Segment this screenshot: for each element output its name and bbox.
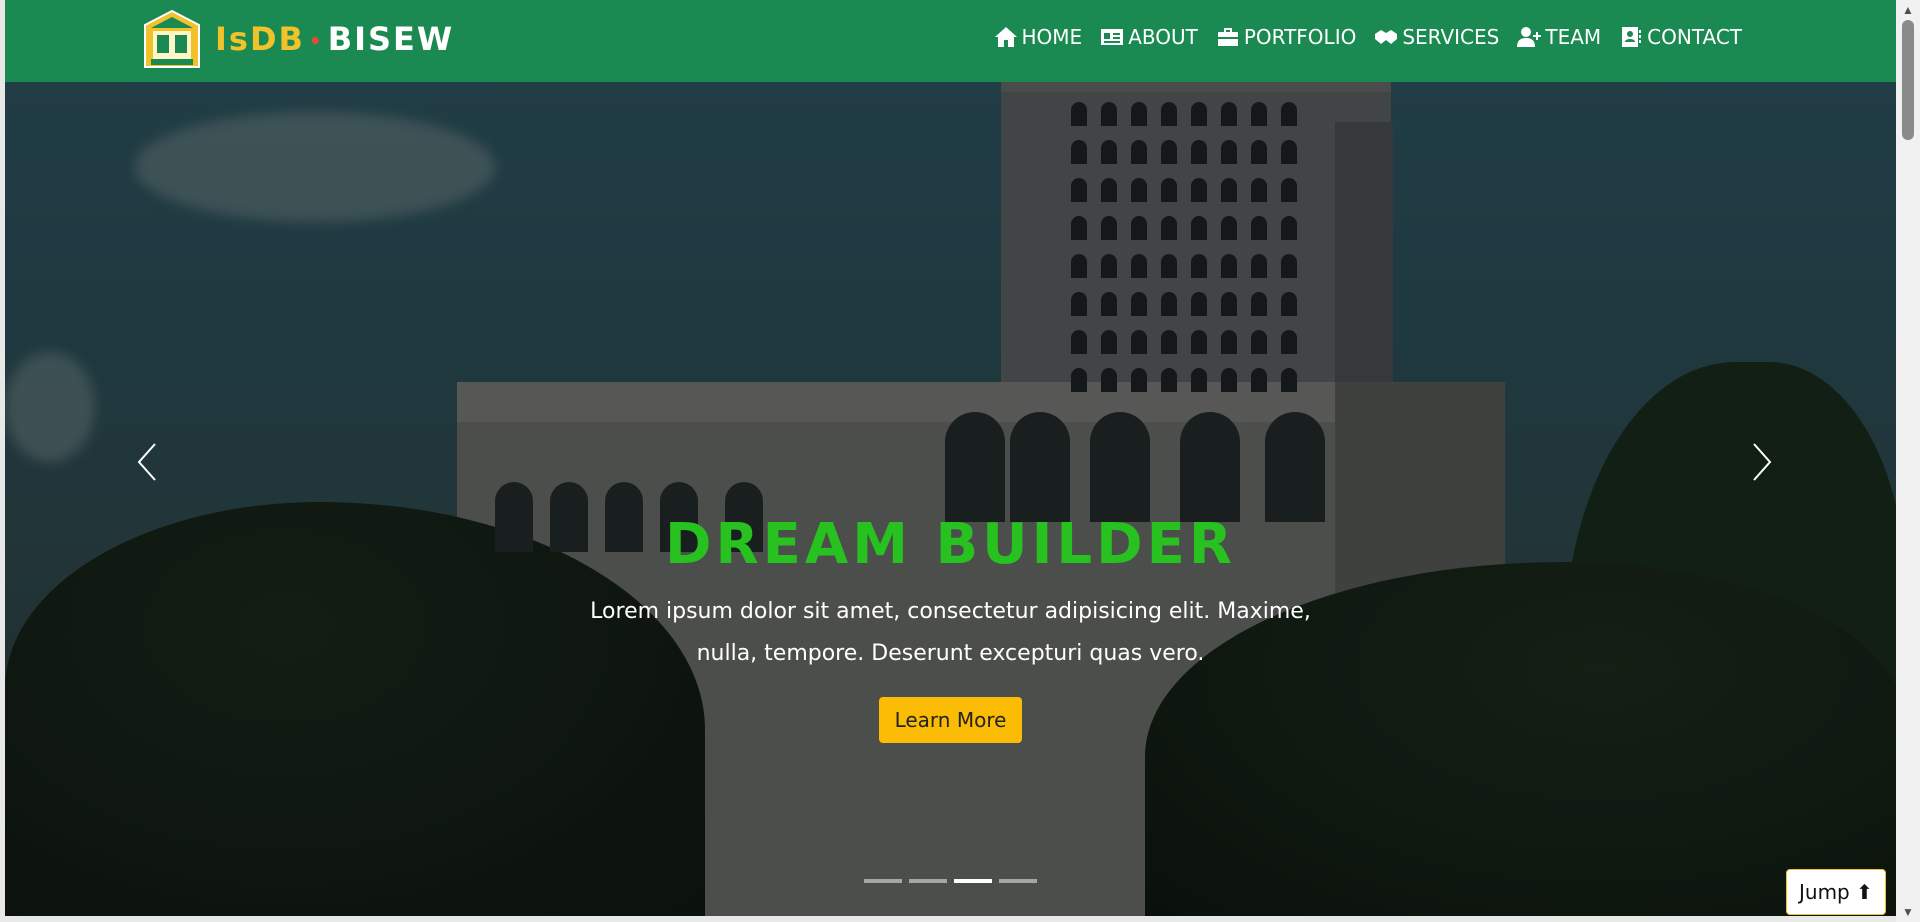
id-card-icon xyxy=(1101,29,1124,45)
nav-services-label: SERVICES xyxy=(1402,25,1500,49)
nav-portfolio[interactable]: PORTFOLIO xyxy=(1207,22,1366,52)
brand-name-part2: BISEW xyxy=(327,20,455,58)
main-nav: HOME ABOUT PORTFOLIO SERVICES TEAM CONTA… xyxy=(985,22,1752,52)
hero-overlay xyxy=(5,82,1896,916)
page-viewport: IsDB • BISEW HOME ABOUT PORTFOLIO SERVICES xyxy=(5,0,1896,916)
nav-about[interactable]: ABOUT xyxy=(1091,22,1207,52)
hero-description: Lorem ipsum dolor sit amet, consectetur … xyxy=(590,599,1311,666)
jump-to-top-button[interactable]: Jump ⬆ xyxy=(1786,869,1886,915)
learn-more-button[interactable]: Learn More xyxy=(878,697,1023,743)
nav-contact[interactable]: CONTACT xyxy=(1610,22,1751,52)
scroll-up-arrow-icon[interactable]: ▲ xyxy=(1900,2,1916,18)
carousel-indicator-3[interactable] xyxy=(954,879,992,883)
carousel-indicator-2[interactable] xyxy=(909,879,947,883)
carousel-next-button[interactable] xyxy=(1740,432,1780,492)
nav-team[interactable]: TEAM xyxy=(1508,22,1610,52)
brand[interactable]: IsDB • BISEW xyxy=(141,9,454,69)
brand-logo-icon xyxy=(144,9,200,68)
chevron-right-icon xyxy=(1753,443,1772,481)
carousel-indicator-1[interactable] xyxy=(864,879,902,883)
hero-title: DREAM BUILDER xyxy=(665,512,1236,577)
brand-dot: • xyxy=(308,29,324,53)
nav-team-label: TEAM xyxy=(1545,25,1602,49)
nav-about-label: ABOUT xyxy=(1128,25,1198,49)
nav-services[interactable]: SERVICES xyxy=(1365,22,1508,52)
home-icon xyxy=(994,27,1017,47)
brand-name-part1: IsDB xyxy=(215,20,305,58)
carousel-indicator-4[interactable] xyxy=(999,879,1037,883)
scroll-down-arrow-icon[interactable]: ▼ xyxy=(1900,904,1916,920)
carousel-indicators xyxy=(5,879,1896,883)
page-scrollbar[interactable]: ▲ ▼ xyxy=(1896,0,1920,922)
nav-home-label: HOME xyxy=(1021,25,1083,49)
briefcase-icon xyxy=(1217,28,1238,46)
nav-home[interactable]: HOME xyxy=(985,22,1092,52)
user-plus-icon xyxy=(1517,27,1542,47)
navbar: IsDB • BISEW HOME ABOUT PORTFOLIO SERVICES xyxy=(5,0,1896,82)
scrollbar-thumb[interactable] xyxy=(1902,20,1914,140)
address-book-icon xyxy=(1622,27,1642,47)
carousel-caption: DREAM BUILDER Lorem ipsum dolor sit amet… xyxy=(5,512,1896,743)
brand-name: IsDB • BISEW xyxy=(215,20,454,58)
handshake-icon xyxy=(1375,30,1398,44)
chevron-left-icon xyxy=(137,443,156,481)
hero-carousel: DREAM BUILDER Lorem ipsum dolor sit amet… xyxy=(5,82,1896,916)
carousel-prev-button[interactable] xyxy=(129,432,169,492)
nav-contact-label: CONTACT xyxy=(1647,25,1742,49)
nav-portfolio-label: PORTFOLIO xyxy=(1243,25,1357,49)
